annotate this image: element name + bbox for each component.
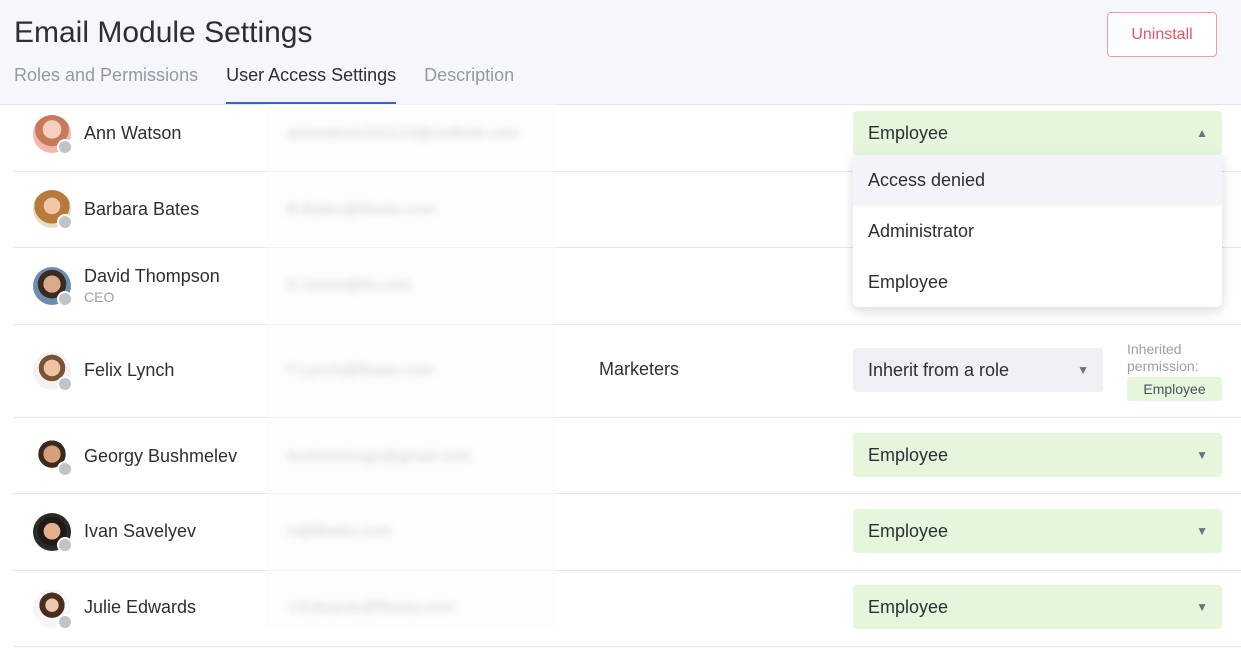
chevron-down-icon: ▼ xyxy=(1077,363,1089,377)
user-email: is@flowtu.com xyxy=(287,523,392,540)
access-select-value: Employee xyxy=(868,521,949,541)
user-email: D.Smart@fw.com xyxy=(287,277,412,294)
user-email: B.Bates@flowtu.com xyxy=(287,201,436,218)
access-select-value: Employee xyxy=(868,123,949,143)
user-email: annwatson201123@outlook.com xyxy=(287,125,520,142)
user-name: Georgy Bushmelev xyxy=(84,446,238,466)
avatar xyxy=(33,513,73,553)
user-row-ivan-savelyev: Ivan Savelyev is@flowtu.com Employee ▼ xyxy=(13,494,1241,571)
access-select[interactable]: Employee ▼ xyxy=(853,433,1222,477)
user-email: F.Lynch@flowtu.com xyxy=(287,362,435,379)
uninstall-button[interactable]: Uninstall xyxy=(1107,12,1217,57)
user-email: bushmelevgs@gmail.com xyxy=(287,448,471,465)
status-dot-icon xyxy=(57,537,73,553)
inherited-permission-badge: Employee xyxy=(1127,377,1222,401)
dropdown-option-administrator[interactable]: Administrator xyxy=(853,206,1222,257)
avatar xyxy=(33,437,73,477)
access-select-value: Inherit from a role xyxy=(868,360,1010,380)
avatar xyxy=(33,115,73,155)
status-dot-icon xyxy=(57,461,73,477)
user-row-julie-edwards: Julie Edwards J.Edwards@flowtu.com Emplo… xyxy=(13,571,1241,647)
access-select[interactable]: Employee ▼ xyxy=(853,585,1222,629)
access-select-value: Employee xyxy=(868,597,949,617)
status-dot-icon xyxy=(57,139,73,155)
user-row-felix-lynch: Felix Lynch F.Lynch@flowtu.com Marketers… xyxy=(13,325,1241,418)
status-dot-icon xyxy=(57,291,73,307)
avatar xyxy=(33,267,73,307)
access-select-value: Employee xyxy=(868,445,949,465)
status-dot-icon xyxy=(57,214,73,230)
tab-user-access-settings[interactable]: User Access Settings xyxy=(226,64,397,104)
user-role: Marketers xyxy=(599,359,680,379)
dropdown-option-employee[interactable]: Employee xyxy=(853,257,1222,307)
tab-bar: Roles and Permissions User Access Settin… xyxy=(14,64,542,104)
access-select[interactable]: Employee ▲ xyxy=(853,111,1222,155)
page-title: Email Module Settings xyxy=(14,16,313,49)
user-name: Ann Watson xyxy=(84,123,182,143)
access-select[interactable]: Inherit from a role ▼ xyxy=(853,348,1103,392)
user-subtitle: CEO xyxy=(84,289,115,305)
user-name: Felix Lynch xyxy=(84,360,175,380)
user-email: J.Edwards@flowtu.com xyxy=(287,599,455,616)
user-row-georgy-bushmelev: Georgy Bushmelev bushmelevgs@gmail.com E… xyxy=(13,418,1241,494)
access-select[interactable]: Employee ▼ xyxy=(853,509,1222,553)
status-dot-icon xyxy=(57,376,73,392)
avatar xyxy=(33,352,73,392)
user-name: Ivan Savelyev xyxy=(84,521,197,541)
inherited-permission-label: Inherited permission: xyxy=(1127,341,1199,374)
chevron-up-icon: ▲ xyxy=(1196,126,1208,140)
tab-roles-and-permissions[interactable]: Roles and Permissions xyxy=(14,64,198,104)
chevron-down-icon: ▼ xyxy=(1196,448,1208,462)
user-name: Barbara Bates xyxy=(84,199,200,219)
chevron-down-icon: ▼ xyxy=(1196,524,1208,538)
dropdown-option-access-denied[interactable]: Access denied xyxy=(853,155,1222,206)
tab-description[interactable]: Description xyxy=(424,64,514,104)
chevron-down-icon: ▼ xyxy=(1196,600,1208,614)
status-dot-icon xyxy=(57,614,73,630)
avatar xyxy=(33,590,73,630)
user-name: Julie Edwards xyxy=(84,597,197,617)
page-header: Email Module Settings Roles and Permissi… xyxy=(0,0,1241,105)
access-dropdown-menu: Access denied Administrator Employee xyxy=(853,155,1222,307)
user-name: David Thompson xyxy=(84,266,220,286)
avatar xyxy=(33,190,73,230)
